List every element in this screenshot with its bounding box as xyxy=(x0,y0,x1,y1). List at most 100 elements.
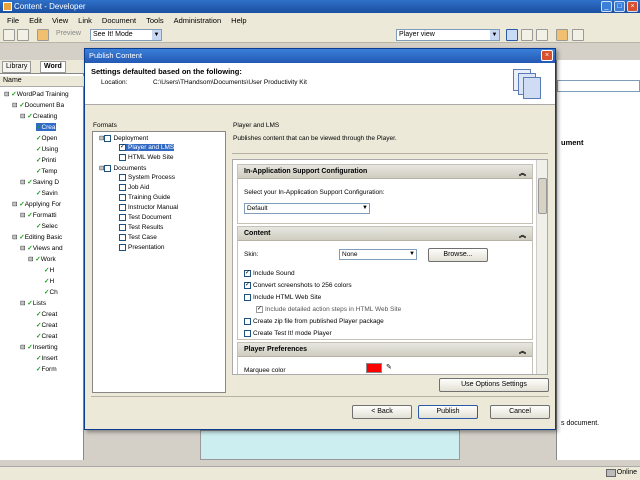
mode-combo[interactable]: See It! Mode ▼ xyxy=(90,29,162,41)
support-section-header[interactable]: In-Application Support Configuration ︽ xyxy=(238,165,532,179)
browse-button[interactable]: Browse... xyxy=(428,248,488,262)
maximize-button[interactable]: □ xyxy=(614,1,625,12)
format-presentation[interactable]: Presentation xyxy=(119,244,165,251)
tree-item[interactable]: ⊟ ✓Formatti xyxy=(20,211,57,219)
options-panel-title: Player and LMS xyxy=(233,122,280,129)
format-training-guide[interactable]: Training Guide xyxy=(119,194,170,201)
name-column-header[interactable]: Name xyxy=(0,76,84,87)
layout-icon[interactable] xyxy=(506,29,518,41)
tree-node-documents[interactable]: ⊟ Documents xyxy=(99,164,146,172)
format-instructor-manual[interactable]: Instructor Manual xyxy=(119,204,178,211)
tree-item[interactable]: ✓Creat xyxy=(36,310,57,318)
tree-item[interactable]: ✓Printi xyxy=(36,156,56,164)
documents-icon xyxy=(513,69,541,99)
publish-icon[interactable] xyxy=(37,29,49,41)
detailed-steps-checkbox[interactable]: ✓ Include detailed action steps in HTML W… xyxy=(256,306,401,313)
tree-item[interactable]: ✓Ch xyxy=(44,288,58,296)
use-options-settings-button[interactable]: Use Options Settings xyxy=(439,378,549,392)
view-combo[interactable]: Player view ▼ xyxy=(396,29,500,41)
cancel-button[interactable]: Cancel xyxy=(490,405,550,419)
tools-icon[interactable] xyxy=(572,29,584,41)
format-system-process[interactable]: System Process xyxy=(119,174,175,181)
checkbox-label: Create Test It! mode Player xyxy=(253,330,332,338)
options-scrollbar[interactable] xyxy=(536,160,547,374)
preview-button[interactable]: Preview xyxy=(56,30,81,37)
checkbox-label: Include detailed action steps in HTML We… xyxy=(265,306,402,314)
menu-view[interactable]: View xyxy=(47,16,73,25)
tree-item[interactable]: ⊟ ✓Document Ba xyxy=(12,101,64,109)
tools-icon[interactable] xyxy=(556,29,568,41)
menu-tools[interactable]: Tools xyxy=(141,16,169,25)
deployment-label: Deployment xyxy=(113,135,149,142)
menu-document[interactable]: Document xyxy=(97,16,141,25)
tree-item-label: Temp xyxy=(41,168,58,175)
close-button[interactable]: × xyxy=(627,1,638,12)
menu-link[interactable]: Link xyxy=(73,16,97,25)
tree-item-label: Lists xyxy=(32,300,47,307)
open-icon[interactable] xyxy=(3,29,15,41)
format-test-results[interactable]: Test Results xyxy=(119,224,163,231)
tree-item[interactable]: ⊟ ✓Editing Basic xyxy=(12,233,62,241)
menu-edit[interactable]: Edit xyxy=(24,16,47,25)
tree-item[interactable]: ⊟ ✓Applying For xyxy=(12,200,61,208)
marquee-color-swatch[interactable] xyxy=(366,363,382,373)
include-sound-checkbox[interactable]: ✓ Include Sound xyxy=(244,270,295,277)
tree-item[interactable]: ⊟ ✓Lists xyxy=(20,299,46,307)
publish-button[interactable]: Publish xyxy=(418,405,478,419)
layout-icon[interactable] xyxy=(521,29,533,41)
tree-item[interactable]: ⊟ ✓Creating xyxy=(20,112,57,120)
tree-item[interactable]: ✓Savin xyxy=(36,189,58,197)
format-test-case[interactable]: Test Case xyxy=(119,234,157,241)
tree-item[interactable]: ✓Temp xyxy=(36,167,57,175)
tab-word[interactable]: Word xyxy=(40,61,66,73)
tree-item[interactable]: ✓Selec xyxy=(36,222,58,230)
menu-file[interactable]: File xyxy=(2,16,24,25)
properties-combo[interactable] xyxy=(557,80,640,92)
dialog-close-button[interactable]: × xyxy=(541,50,553,61)
tree-item[interactable]: ✓Creat xyxy=(36,332,57,340)
tree-item[interactable]: ✓H xyxy=(44,266,54,274)
format-player-and-lms[interactable]: ✓ Player and LMS xyxy=(119,144,175,152)
minimize-button[interactable]: _ xyxy=(601,1,612,12)
tree-item[interactable]: ⊟ ✓Work xyxy=(28,255,56,263)
tree-item[interactable]: ⊟ ✓Saving D xyxy=(20,178,59,186)
mode-combo-value: See It! Mode xyxy=(93,31,133,38)
player-prefs-header[interactable]: Player Preferences ︽ xyxy=(238,343,532,357)
support-config-select[interactable]: Default ▼ xyxy=(244,203,370,214)
menu-administration[interactable]: Administration xyxy=(169,16,227,25)
tree-item[interactable]: ✓Crea xyxy=(36,123,56,131)
tree-item[interactable]: ✓Open xyxy=(36,134,57,142)
tree-item[interactable]: ✓Using xyxy=(36,145,58,153)
tree-item[interactable]: ⊟ ✓Views and xyxy=(20,244,63,252)
chevron-down-icon: ▼ xyxy=(152,30,161,40)
back-button[interactable]: < Back xyxy=(352,405,412,419)
create-zip-checkbox[interactable]: Create zip file from published Player pa… xyxy=(244,318,384,325)
skin-select[interactable]: None ▼ xyxy=(339,249,417,260)
format-label: Test Document xyxy=(128,214,172,222)
menu-help[interactable]: Help xyxy=(226,16,251,25)
tree-item[interactable]: ✓Creat xyxy=(36,321,57,329)
convert-screenshots-checkbox[interactable]: ✓ Convert screenshots to 256 colors xyxy=(244,282,352,289)
tree-item[interactable]: ⊟ ✓WordPad Training xyxy=(4,90,69,98)
location-value: C:\Users\THandsom\Documents\User Product… xyxy=(153,79,307,86)
scrollbar-thumb[interactable] xyxy=(538,178,547,214)
tree-node-deployment[interactable]: ⊟ Deployment xyxy=(99,134,148,142)
format-job-aid[interactable]: Job Aid xyxy=(119,184,149,191)
test-it-player-checkbox[interactable]: Create Test It! mode Player xyxy=(244,330,332,337)
include-html-checkbox[interactable]: Include HTML Web Site xyxy=(244,294,321,301)
tree-item[interactable]: ⊟ ✓Inserting xyxy=(20,343,58,351)
dialog-titlebar: Publish Content xyxy=(85,49,555,63)
save-icon[interactable] xyxy=(17,29,29,41)
skin-label: Skin: xyxy=(244,251,259,258)
tab-library[interactable]: Library xyxy=(2,61,32,73)
layout-icon[interactable] xyxy=(536,29,548,41)
content-section-header[interactable]: Content ︽ xyxy=(238,227,532,241)
skin-value: None xyxy=(342,251,358,258)
tree-item[interactable]: ✓Form xyxy=(36,365,57,373)
tree-item-label: Creating xyxy=(32,113,58,120)
color-picker-icon[interactable]: ✎ xyxy=(386,363,392,371)
format-test-document[interactable]: Test Document xyxy=(119,214,171,221)
format-html-web-site[interactable]: HTML Web Site xyxy=(119,154,174,161)
tree-item[interactable]: ✓Insert xyxy=(36,354,58,362)
tree-item[interactable]: ✓H xyxy=(44,277,54,285)
